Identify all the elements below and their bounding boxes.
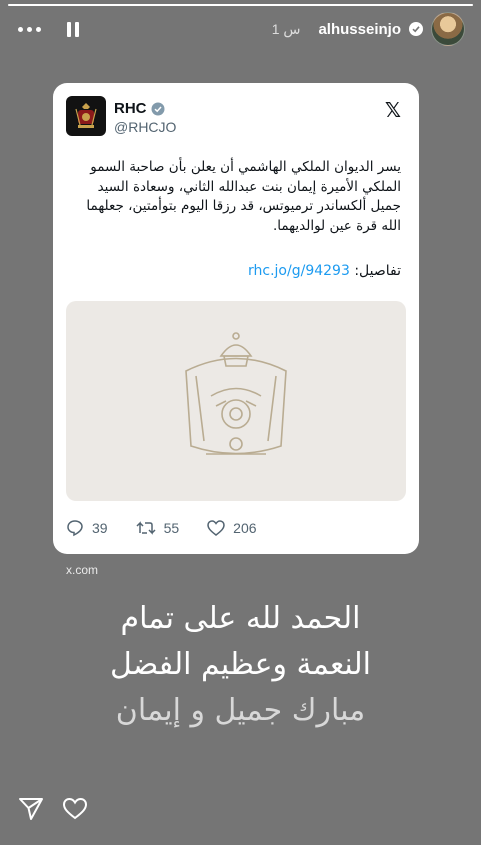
pause-icon[interactable]	[67, 21, 79, 37]
royal-emblem	[185, 332, 287, 455]
x-logo-icon[interactable]: 𝕏	[385, 98, 401, 123]
story-controls	[16, 21, 79, 37]
story-footer	[18, 796, 88, 822]
more-options-icon[interactable]	[18, 26, 41, 32]
post-time: 1 س	[271, 20, 301, 37]
account-handle[interactable]: @RHCJO	[114, 119, 176, 135]
like-icon	[207, 520, 225, 536]
story-user[interactable]: 1 س alhusseinjo	[272, 12, 465, 46]
embedded-tweet-card[interactable]: RHC @RHCJO 𝕏 يسر الديوان الملكي الهاشمي …	[53, 83, 419, 554]
repost-action[interactable]: 55	[136, 519, 180, 537]
tweet-actions: 39 55 206	[66, 519, 257, 537]
reply-count: 39	[92, 520, 108, 536]
reply-action[interactable]: 39	[66, 519, 108, 537]
like-action[interactable]: 206	[207, 519, 257, 537]
source-domain[interactable]: x.com	[66, 563, 98, 577]
repost-icon	[136, 521, 156, 535]
verified-icon	[151, 102, 164, 115]
account-names: RHC @RHCJO	[114, 100, 176, 135]
caption-line-3: مبارك جميل و إيمان	[115, 693, 366, 728]
story-progress-bar	[8, 4, 473, 6]
tweet-header: RHC @RHCJO 𝕏	[66, 96, 401, 138]
story-caption: الحمد لله على تمام النعمة وعظيم الفضل مب…	[0, 596, 481, 734]
reply-icon	[67, 520, 83, 537]
username[interactable]: alhusseinjo	[318, 21, 401, 38]
verified-icon	[409, 22, 423, 36]
tweet-text: يسر الديوان الملكي الهاشمي أن يعلن بأن ص…	[86, 159, 401, 234]
caption-line-1: الحمد لله على تمام	[120, 601, 361, 636]
account-name-row: RHC	[114, 100, 176, 117]
avatar[interactable]	[431, 12, 465, 46]
tweet-link[interactable]: rhc.jo/g/94293	[248, 263, 350, 279]
caption-line-2: النعمة وعظيم الفضل	[110, 647, 371, 682]
account-name[interactable]: RHC	[114, 100, 147, 117]
story-progress-fill	[8, 4, 473, 6]
tweet-image[interactable]	[66, 301, 406, 501]
details-label: تفاصيل:	[354, 263, 401, 279]
account-avatar[interactable]	[66, 96, 106, 136]
heart-icon[interactable]	[62, 796, 88, 822]
share-icon[interactable]	[18, 796, 44, 822]
repost-count: 55	[163, 520, 180, 536]
tweet-details: تفاصيل: rhc.jo/g/94293	[248, 263, 401, 279]
story-header: 1 س alhusseinjo	[0, 8, 481, 50]
like-count: 206	[233, 520, 257, 536]
